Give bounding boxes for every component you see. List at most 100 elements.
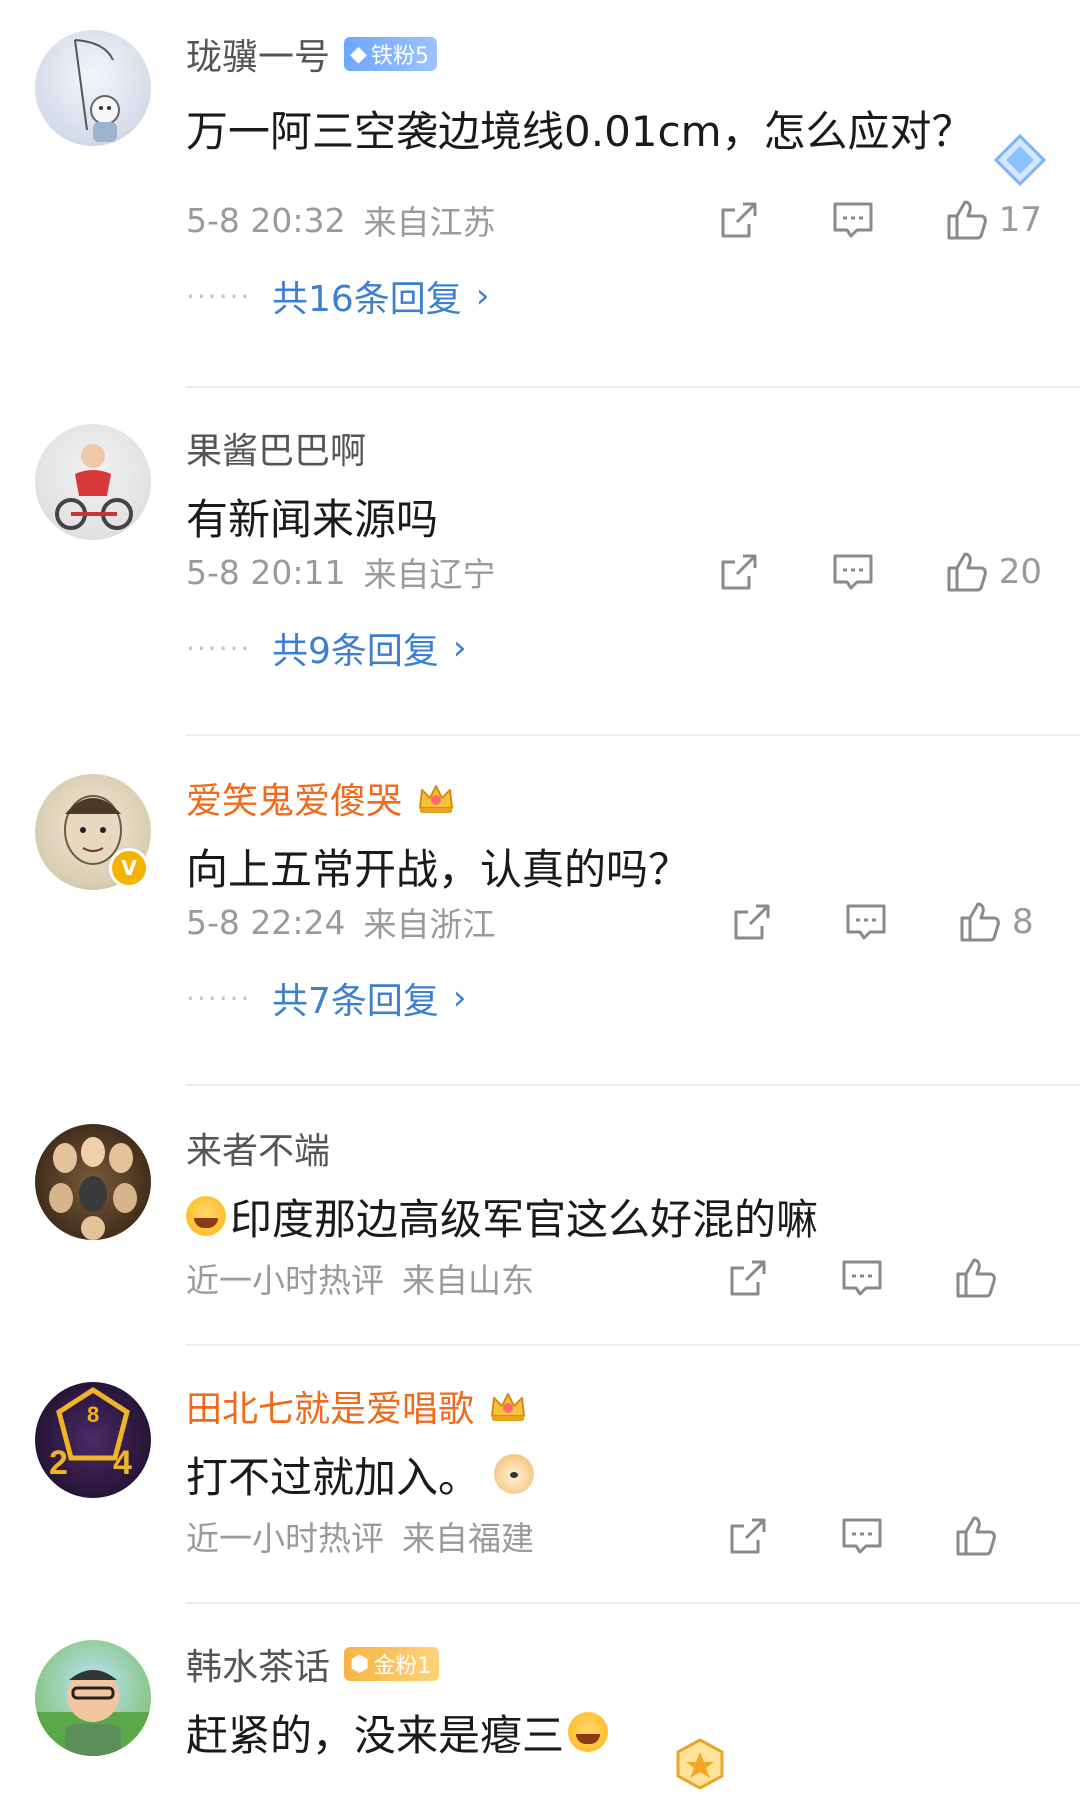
thumbs-up-icon xyxy=(956,1258,996,1298)
comment-list: 珑骥一号 ◆ 铁粉5 万一阿三空袭边境线0.01cm，怎么应对？ 5-8 20:… xyxy=(0,0,1080,1804)
username[interactable]: 珑骥一号 xyxy=(186,28,330,80)
comment-text: 有新闻来源吗 xyxy=(186,488,438,544)
comment-location: 来自辽宁 xyxy=(363,555,496,594)
username[interactable]: 来者不端 xyxy=(186,1122,330,1174)
like-button[interactable] xyxy=(945,198,989,242)
share-button[interactable] xyxy=(717,198,761,242)
laugh-cry-emoji-icon xyxy=(186,1196,226,1236)
svg-text:2: 2 xyxy=(49,1444,68,1482)
chevron-right-icon: › xyxy=(452,978,467,1018)
comment-text: 赶紧的，没来是瘪三 xyxy=(186,1704,612,1760)
like-count: 20 xyxy=(998,552,1042,592)
like-button[interactable] xyxy=(945,550,989,594)
like-count: 17 xyxy=(998,200,1042,240)
gold-badge-decoration-icon xyxy=(676,1738,724,1790)
comment-button[interactable] xyxy=(844,900,888,944)
thumbs-up-icon xyxy=(947,552,987,592)
username[interactable]: 田北七就是爱唱歌 xyxy=(186,1380,474,1432)
dots-separator: ······ xyxy=(186,279,252,313)
share-button[interactable] xyxy=(730,900,774,944)
avatar[interactable] xyxy=(35,424,151,540)
avatar-illustration: 2 4 8 xyxy=(49,1387,132,1482)
username[interactable]: 韩水茶话 xyxy=(186,1638,330,1690)
comment-text: 印度那边高级军官这么好混的嘛 xyxy=(186,1188,818,1244)
reply-row[interactable]: ······ 共9条回复 › xyxy=(186,624,467,672)
like-button[interactable] xyxy=(958,900,1002,944)
comment-item: 韩水茶话 ⬢ 金粉1 赶紧的，没来是瘪三 xyxy=(0,1604,1080,1804)
dots-separator: ······ xyxy=(186,981,252,1015)
fan-badge: ◆ 铁粉5 xyxy=(344,37,437,71)
replies-link[interactable]: 共7条回复 xyxy=(272,972,439,1024)
comment-time: 5-8 22:24 xyxy=(186,902,346,942)
comment-text-body: 向上五常开战，认真的吗？ xyxy=(186,844,691,894)
like-count: 8 xyxy=(1012,902,1034,942)
comment-button[interactable] xyxy=(831,550,875,594)
comment-text-body: 赶紧的，没来是瘪三 xyxy=(186,1710,565,1760)
fan-badge-label: 金粉1 xyxy=(373,1654,432,1679)
comment-button[interactable] xyxy=(831,198,875,242)
diamond-icon: ◆ xyxy=(350,41,367,67)
comment-item: 2 4 8 田北七就是爱唱歌 打不过就加入。 近一小时热评 来自福建 xyxy=(0,1346,1080,1604)
comment-time: 5-8 20:11 xyxy=(186,552,346,592)
comment-time: 5-8 20:32 xyxy=(186,200,346,240)
comment-button[interactable] xyxy=(840,1514,884,1558)
share-icon xyxy=(730,1260,766,1296)
divider xyxy=(186,734,1080,736)
chevron-right-icon: › xyxy=(452,628,467,668)
svg-text:4: 4 xyxy=(113,1444,132,1482)
crown-icon xyxy=(419,785,454,813)
shield-icon: ⬢ xyxy=(350,1651,370,1677)
comment-button[interactable] xyxy=(840,1256,884,1300)
dots-separator: ······ xyxy=(186,631,252,665)
share-button[interactable] xyxy=(717,550,761,594)
avatar[interactable]: V xyxy=(35,774,151,890)
avatar-illustration xyxy=(49,1137,137,1240)
username[interactable]: 爱笑鬼爱傻哭 xyxy=(186,772,402,824)
comment-actions xyxy=(726,1254,1042,1302)
comment-icon xyxy=(846,904,886,940)
avatar[interactable] xyxy=(35,1640,151,1756)
reply-row[interactable]: ······ 共7条回复 › xyxy=(186,974,467,1022)
comment-item: 来者不端 印度那边高级军官这么好混的嘛 近一小时热评 来自山东 xyxy=(0,1088,1080,1346)
thumbs-up-icon xyxy=(947,200,987,240)
fan-badge: ⬢ 金粉1 xyxy=(344,1647,440,1681)
comment-actions: 8 xyxy=(730,898,1042,946)
svg-text:8: 8 xyxy=(87,1402,99,1427)
comment-actions: 17 xyxy=(717,196,1042,244)
share-icon xyxy=(734,904,770,940)
share-button[interactable] xyxy=(726,1514,770,1558)
comment-item: V 爱笑鬼爱傻哭 向上五常开战，认真的吗？ 5-8 22:24 来自浙江 8 ·… xyxy=(0,738,1080,1088)
thumbs-up-icon xyxy=(956,1516,996,1556)
reply-row[interactable]: ······ 共16条回复 › xyxy=(186,272,489,320)
avatar[interactable] xyxy=(35,1124,151,1240)
avatar[interactable] xyxy=(35,30,151,146)
username[interactable]: 果酱巴巴啊 xyxy=(186,422,366,474)
comment-icon xyxy=(833,554,873,590)
comment-text-body: 打不过就加入。 xyxy=(186,1452,481,1502)
diamond-decoration-icon xyxy=(993,133,1047,187)
like-button[interactable] xyxy=(954,1256,998,1300)
avatar-illustration xyxy=(55,444,133,530)
comment-text: 打不过就加入。 xyxy=(186,1446,535,1502)
comment-location: 来自江苏 xyxy=(363,203,496,242)
comment-item: 果酱巴巴啊 有新闻来源吗 5-8 20:11 来自辽宁 20 ······ 共9… xyxy=(0,388,1080,738)
verified-badge-icon: V xyxy=(109,848,149,888)
comment-text: 万一阿三空袭边境线0.01cm，怎么应对？ xyxy=(186,100,974,156)
comment-text: 向上五常开战，认真的吗？ xyxy=(186,838,690,894)
comment-location: 来自山东 xyxy=(402,1261,534,1300)
comment-icon xyxy=(833,202,873,238)
divider xyxy=(186,1084,1080,1086)
comment-icon xyxy=(842,1260,882,1296)
replies-link[interactable]: 共9条回复 xyxy=(272,622,439,674)
chevron-right-icon: › xyxy=(475,276,490,316)
doge-emoji-icon xyxy=(494,1454,535,1494)
comment-time: 近一小时热评 xyxy=(186,1519,384,1558)
thumbs-up-icon xyxy=(960,902,1000,942)
share-button[interactable] xyxy=(726,1256,770,1300)
like-button[interactable] xyxy=(954,1514,998,1558)
replies-link[interactable]: 共16条回复 xyxy=(272,270,462,322)
avatar[interactable]: 2 4 8 xyxy=(35,1382,151,1498)
comment-location: 来自福建 xyxy=(402,1519,534,1558)
comment-text-body: 有新闻来源吗 xyxy=(186,494,439,544)
laugh-cry-emoji-icon xyxy=(568,1712,609,1752)
